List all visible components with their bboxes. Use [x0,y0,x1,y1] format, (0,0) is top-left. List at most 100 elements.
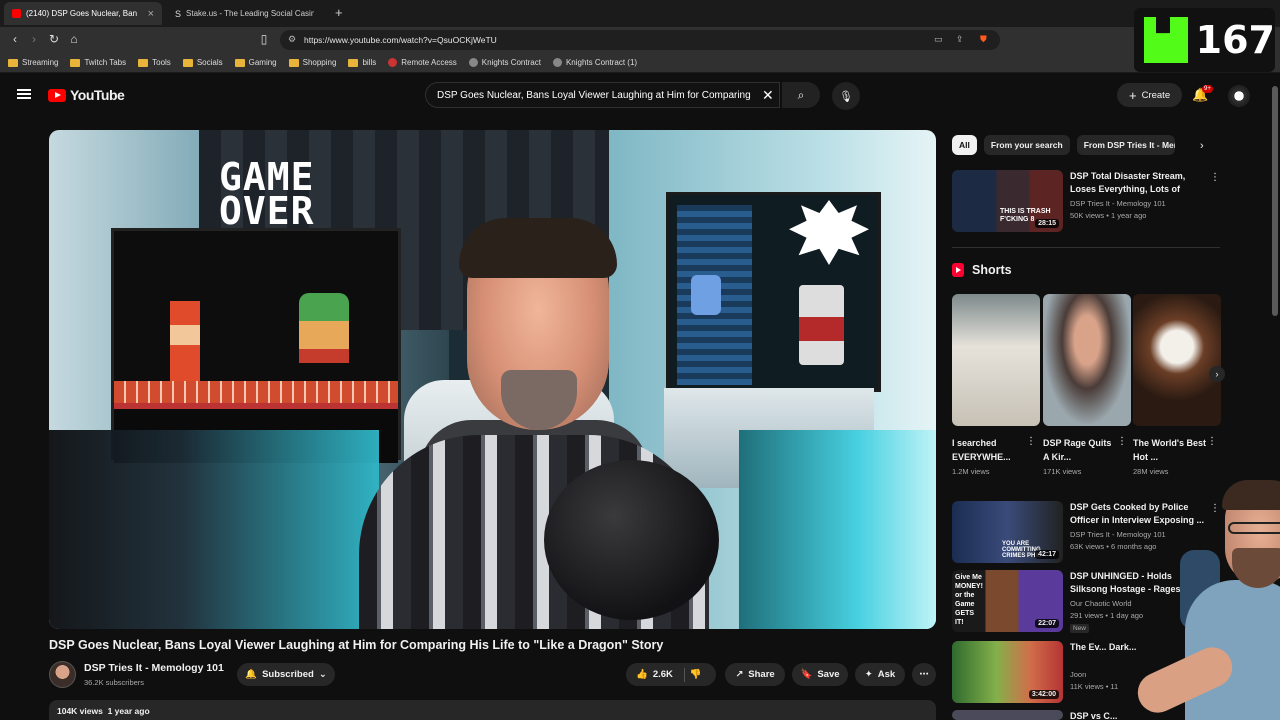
bookmark-bills[interactable]: bills [348,58,376,67]
folder-icon [182,58,193,67]
bookmark-label: Tools [152,58,171,67]
search-button[interactable]: ⌕ [782,82,820,108]
short-item[interactable]: I searched EVERYWHE... 1.2M views ⋮ [952,294,1040,476]
ask-button[interactable]: ✦ Ask [855,663,905,686]
browser-toolbar: ‹ › ↻ ⌂ ▯ ⚙ https://www.youtube.com/watc… [0,27,1280,53]
chip-from-your-search[interactable]: From your search [983,135,1070,155]
bookmark-streaming[interactable]: Streaming [8,58,58,67]
bookmark-socials[interactable]: Socials [182,58,223,67]
bridge [114,381,398,403]
share-label: Share [748,669,775,680]
recommendation-item[interactable]: THIS IS TRASH F'CKING 8 28:15 DSP Total … [952,170,1222,232]
channel-name[interactable]: DSP Tries It - Memology 101 [84,662,224,674]
share-page-icon[interactable]: ⇪ [956,34,964,45]
short-thumbnail[interactable] [1133,294,1221,426]
address-bar[interactable]: ⚙ https://www.youtube.com/watch?v=QsuOCK… [280,30,1000,50]
recommendation-meta: 50K views • 1 year ago [1070,211,1147,220]
more-actions-button[interactable]: ⋯ [912,663,936,686]
video-thumbnail[interactable]: Give Me MONEY! or the Game GETS IT! 22:0… [952,570,1063,632]
search-input[interactable]: DSP Goes Nuclear, Bans Loyal Viewer Laug… [425,82,780,108]
back-icon[interactable]: ‹ [7,32,23,46]
bookmark-label: bills [362,58,377,67]
short-title[interactable]: The World's Best Hot ... [1133,436,1209,464]
video-thumbnail[interactable]: 3:42:00 [952,641,1063,703]
bookmark-twitch-tabs[interactable]: Twitch Tabs [70,58,126,67]
video-thumbnail[interactable]: THIS IS TRASH F'CKING 8 28:15 [952,170,1063,232]
short-title[interactable]: I searched EVERYWHE... [952,436,1028,464]
youtube-play-icon [48,88,66,102]
site-info-icon[interactable]: ⚙ [288,34,296,45]
duration-badge: 42:17 [1035,550,1059,559]
save-button[interactable]: 🔖 Save [792,663,848,686]
browser-tab-bar: (2140) DSP Goes Nuclear, Ban × S Stake.u… [0,0,1280,27]
ask-label: Ask [877,669,896,680]
bookmark-tools[interactable]: Tools [138,58,171,67]
short-title[interactable]: DSP Rage Quits A Kir... [1043,436,1119,464]
new-tab-button[interactable]: + [335,5,343,20]
folder-icon [234,58,245,67]
browser-tab-youtube[interactable]: (2140) DSP Goes Nuclear, Ban × [4,2,162,25]
dislike-button[interactable]: 👎 [690,669,702,680]
create-button[interactable]: + Create [1117,83,1183,107]
bookmark-knights-contract[interactable]: Knights Contract [468,58,541,67]
forward-icon[interactable]: › [26,32,42,46]
more-vertical-icon[interactable]: ⋮ [1207,436,1217,447]
menu-icon[interactable] [17,89,31,99]
reload-icon[interactable]: ↻ [46,32,62,46]
account-avatar[interactable] [1228,85,1250,107]
shorts-icon [952,263,964,277]
folder-icon [348,58,359,67]
bookmark-label: Streaming [22,58,59,67]
close-tab-icon[interactable]: × [148,8,154,20]
scrollbar-thumb[interactable] [1272,86,1278,316]
youtube-logo[interactable]: YouTube [48,87,125,103]
more-vertical-icon[interactable]: ⋮ [1117,436,1127,447]
chip-all[interactable]: All [952,135,977,155]
video-player[interactable]: GAME OVER [49,130,936,629]
share-button[interactable]: ↗ Share [725,663,785,686]
voice-search-button[interactable]: 🎙 [832,82,860,110]
neon-glow-right [739,430,936,629]
channel-avatar[interactable] [49,661,76,688]
chip-from-channel[interactable]: From DSP Tries It - Mem [1076,135,1175,155]
recommendation-title[interactable]: DSP Total Disaster Stream, Loses Everyth… [1070,170,1208,196]
thumbs-up-icon: 👍 [636,669,648,680]
browser-tab-stake[interactable]: S Stake.us - The Leading Social Casino [167,2,327,25]
youtube-favicon-icon [12,9,21,18]
bookmark-knights-contract-1[interactable]: Knights Contract (1) [552,58,637,67]
chevron-right-icon[interactable]: › [1200,140,1204,152]
shorts-title: Shorts [972,263,1012,277]
folder-icon [138,58,149,67]
short-thumbnail[interactable] [952,294,1040,426]
bookmark-icon[interactable]: ▯ [256,32,272,46]
short-item[interactable]: DSP Rage Quits A Kir... 171K views ⋮ [1043,294,1131,476]
neon-glow-left [49,430,379,629]
video-thumbnail[interactable] [952,710,1063,720]
home-icon[interactable]: ⌂ [66,32,82,46]
tab-label: Stake.us - The Leading Social Casino [186,9,315,18]
short-item[interactable]: The World's Best Hot ... 28M views ⋮ [1133,294,1221,476]
bookmark-shopping[interactable]: Shopping [288,58,336,67]
like-button[interactable]: 👍 2.6K [636,669,673,680]
cast-icon[interactable]: ▭ [934,34,943,45]
bell-icon: 🔔 [245,669,258,680]
description-box[interactable]: 104K views 1 year ago [49,700,936,720]
shorts-heading: Shorts [952,263,1012,277]
more-vertical-icon[interactable]: ⋮ [1026,436,1036,447]
subscribed-button[interactable]: 🔔 Subscribed ⌄ [237,663,335,686]
recommendation-channel[interactable]: Joon [1070,670,1086,679]
bowser-figure [299,293,349,363]
clear-search-icon[interactable]: ✕ [762,87,774,104]
brave-shield-icon[interactable]: ⛊ [980,34,987,45]
recommendation-channel[interactable]: DSP Tries It - Memology 101 [1070,199,1166,208]
short-thumbnail[interactable] [1043,294,1131,426]
filter-chips: All From your search From DSP Tries It -… [952,135,1175,155]
more-vertical-icon[interactable]: ⋮ [1210,172,1220,183]
stake-favicon-icon: S [175,9,182,19]
chevron-right-icon[interactable]: › [1209,366,1225,382]
video-thumbnail[interactable]: YOU ARE COMMITTING CRIMES PHIL 42:17 [952,501,1063,563]
sparkle-icon: ✦ [864,669,873,680]
bookmark-gaming[interactable]: Gaming [234,58,277,67]
bookmark-label: Knights Contract [481,58,541,67]
bookmark-remote-access[interactable]: Remote Access [388,58,457,67]
